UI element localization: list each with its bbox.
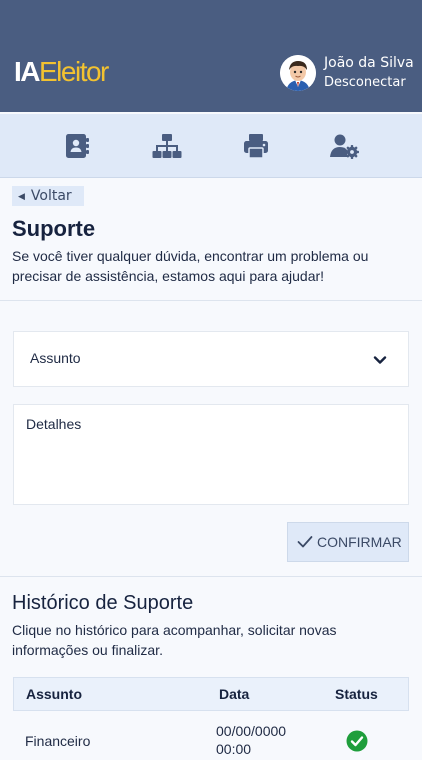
- caret-left-icon: ◀: [18, 192, 25, 202]
- status-check-icon: [346, 730, 368, 752]
- user-name: João da Silva: [324, 55, 414, 71]
- nav-contacts[interactable]: [62, 131, 92, 161]
- printer-icon: [244, 134, 268, 159]
- nav-print[interactable]: [241, 131, 271, 161]
- logo-ia-text: IA: [14, 56, 41, 87]
- details-placeholder: Detalhes: [26, 416, 82, 432]
- chevron-down-icon: [373, 356, 387, 364]
- row-subject: Financeiro: [25, 733, 91, 749]
- back-button[interactable]: ◀ Voltar: [12, 186, 84, 206]
- column-header-subject: Assunto: [26, 686, 82, 702]
- details-textarea[interactable]: Detalhes: [13, 404, 409, 505]
- column-header-status: Status: [335, 686, 378, 702]
- table-row[interactable]: Financeiro 00/00/0000 00:00: [13, 712, 409, 760]
- row-date-time: 00:00: [216, 741, 252, 757]
- nav-network[interactable]: [152, 131, 182, 161]
- history-title: Histórico de Suporte: [12, 592, 194, 614]
- logo-eleitor-text: Eleitor: [39, 56, 109, 87]
- check-icon: [297, 536, 313, 548]
- row-date-day: 00/00/0000: [216, 723, 287, 739]
- app-header: IAEleitor João da Silva Desconectar: [0, 0, 422, 112]
- confirm-button[interactable]: CONFIRMAR: [287, 522, 409, 562]
- avatar[interactable]: [280, 55, 316, 91]
- subject-select-value: Assunto: [30, 350, 81, 366]
- page-description: Se você tiver qualquer dúvida, encontrar…: [12, 248, 369, 284]
- contacts-book-icon: [66, 134, 89, 158]
- column-header-date: Data: [219, 686, 250, 702]
- nav-user-settings[interactable]: [329, 131, 359, 161]
- app-logo[interactable]: IAEleitor: [14, 56, 109, 88]
- history-table-header: Assunto Data Status: [13, 677, 409, 711]
- back-label: Voltar: [30, 188, 72, 204]
- user-avatar-icon: [280, 55, 316, 91]
- nav-bar: [0, 114, 422, 178]
- logout-link[interactable]: Desconectar: [324, 75, 406, 90]
- page-title: Suporte: [12, 216, 96, 241]
- subject-select[interactable]: Assunto: [13, 331, 409, 387]
- divider: [0, 300, 422, 301]
- sitemap-icon: [152, 134, 182, 158]
- row-date: 00/00/0000 00:00: [216, 722, 286, 758]
- user-settings-icon: [330, 134, 359, 159]
- history-description: Clique no histórico para acompanhar, sol…: [12, 622, 337, 658]
- divider: [0, 576, 422, 577]
- confirm-label: CONFIRMAR: [317, 534, 402, 550]
